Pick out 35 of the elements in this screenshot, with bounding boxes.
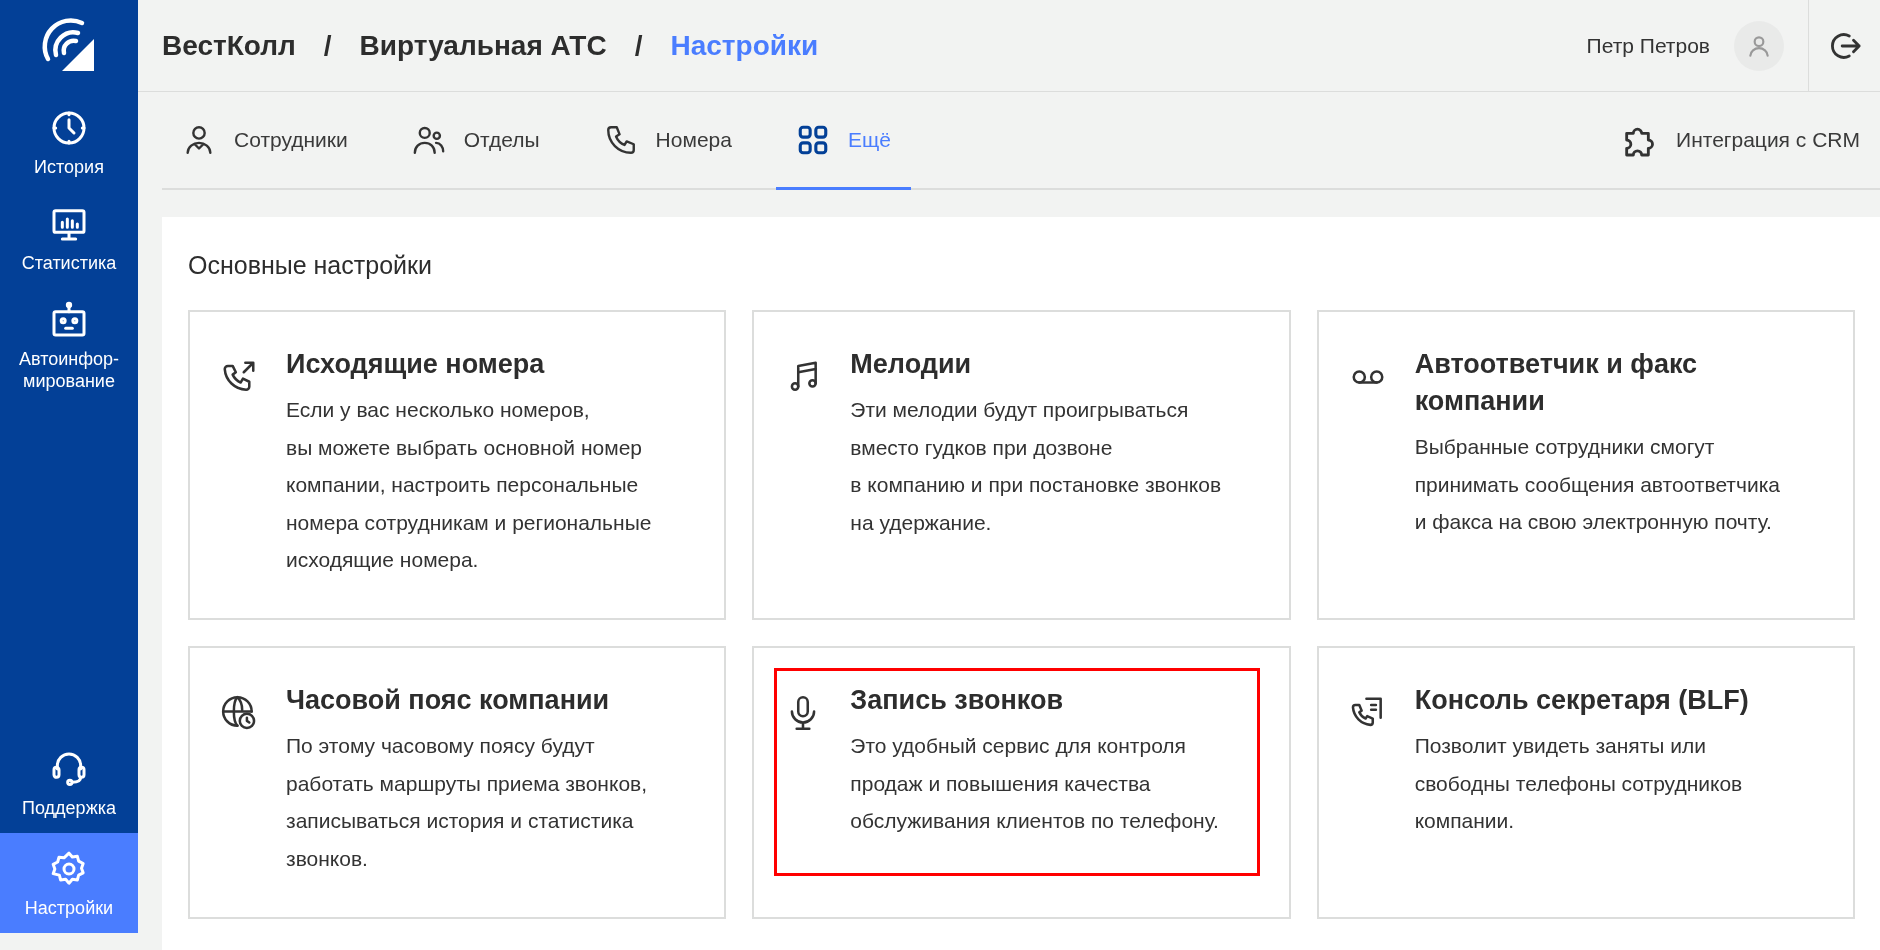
settings-card[interactable]: Часовой пояс компании По этому часовому поясу будут работать маршруты приема звонков, записываться история и статистика звонков. xyxy=(188,646,727,919)
globe-clock-icon xyxy=(220,694,258,732)
section-title: Основные настройки xyxy=(188,251,433,280)
breadcrumb-link[interactable]: Виртуальная АТС xyxy=(359,29,607,62)
card-title: Консоль секретаря (BLF) xyxy=(1414,684,1749,717)
sidebar-item[interactable]: Автоинфор- мирование xyxy=(0,284,138,402)
card-description: Выбранные сотрудники смогут принимать сообщения автоответчика и факса на свою электронную почту. xyxy=(1414,434,1781,535)
sidebar-item[interactable]: Настройки xyxy=(0,833,138,933)
user-name: Петр Петров xyxy=(1586,33,1710,58)
tab[interactable]: Сотрудники xyxy=(162,92,368,190)
sidebar-item[interactable]: Поддержка xyxy=(0,733,138,833)
card-title: Исходящие номера xyxy=(286,348,546,381)
card-description: Позволит увидеть заняты или свободны телефоны сотрудников компании. xyxy=(1414,733,1744,834)
breadcrumb-separator: / xyxy=(323,29,332,62)
card-title: Автоответчик и факс компании xyxy=(1414,348,1699,418)
sidebar-item[interactable]: Статистика xyxy=(0,188,138,284)
card-title: Запись звонков xyxy=(850,684,1064,717)
card-description: Это удобный сервис для контроля продаж и повышения качества обслуживания клиентов по телефону. xyxy=(850,733,1219,834)
card-description: Эти мелодии будут проигрываться вместо гудков при дозвоне в компанию и при постановке звонков на удержание. xyxy=(850,397,1222,536)
settings-card[interactable]: Консоль секретаря (BLF) Позволит увидеть заняты или свободны телефоны сотрудников компании. xyxy=(1316,646,1855,919)
settings-card[interactable]: Автоответчик и факс компании Выбранные сотрудники смогут принимать сообщения автоответчика и факса на свою электронную почту. xyxy=(1316,310,1855,620)
settings-card[interactable]: Запись звонков Это удобный сервис для контроля продаж и повышения качества обслуживания клиентов по телефону. xyxy=(752,646,1291,919)
card-description: Если у вас несколько номеров, вы можете выбрать основной номер компании, настроить персональные номера сотрудникам и региональные исходящие номера. xyxy=(286,397,652,573)
breadcrumb-separator: / xyxy=(634,29,643,62)
card-description: По этому часовому поясу будут работать маршруты приема звонков, записываться история и статистика звонков. xyxy=(286,733,648,872)
crm-integration-button[interactable]: Интеграция с CRM xyxy=(1620,92,1880,188)
tab[interactable]: Отделы xyxy=(391,92,560,190)
avatar[interactable] xyxy=(1734,20,1784,71)
card-title: Часовой пояс компании xyxy=(286,684,611,717)
sidebar-item[interactable]: История xyxy=(0,92,138,188)
settings-card[interactable]: Исходящие номера Если у вас несколько номеров, вы можете выбрать основной номер компании, настроить персональные номера сотрудникам и региональные исходящие номера. xyxy=(188,310,727,620)
tab[interactable]: Номера xyxy=(583,92,752,190)
breadcrumb-link[interactable]: ВестКолл xyxy=(162,29,296,62)
card-title: Мелодии xyxy=(850,348,973,381)
settings-card[interactable]: Мелодии Эти мелодии будут проигрываться вместо гудков при дозвоне в компанию и при постановке звонков на удержание. xyxy=(752,310,1291,620)
